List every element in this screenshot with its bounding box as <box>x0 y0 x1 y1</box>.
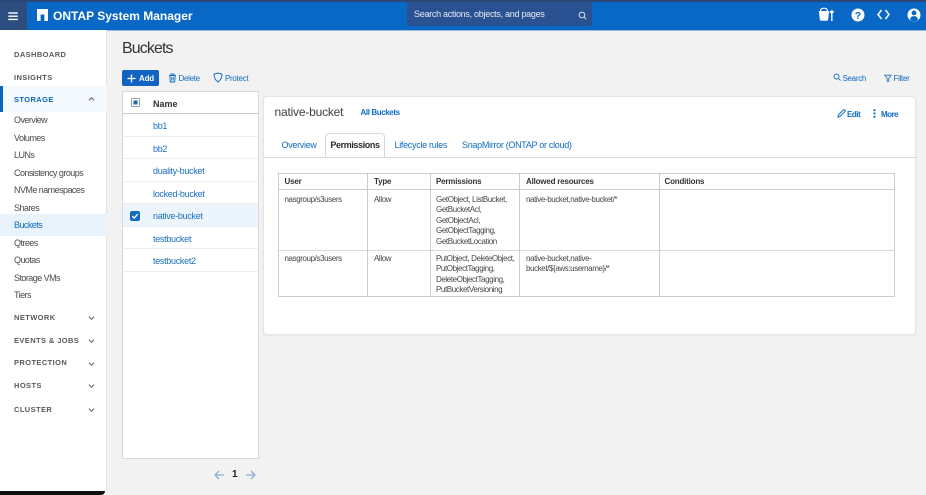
svg-text:?: ? <box>855 10 861 22</box>
